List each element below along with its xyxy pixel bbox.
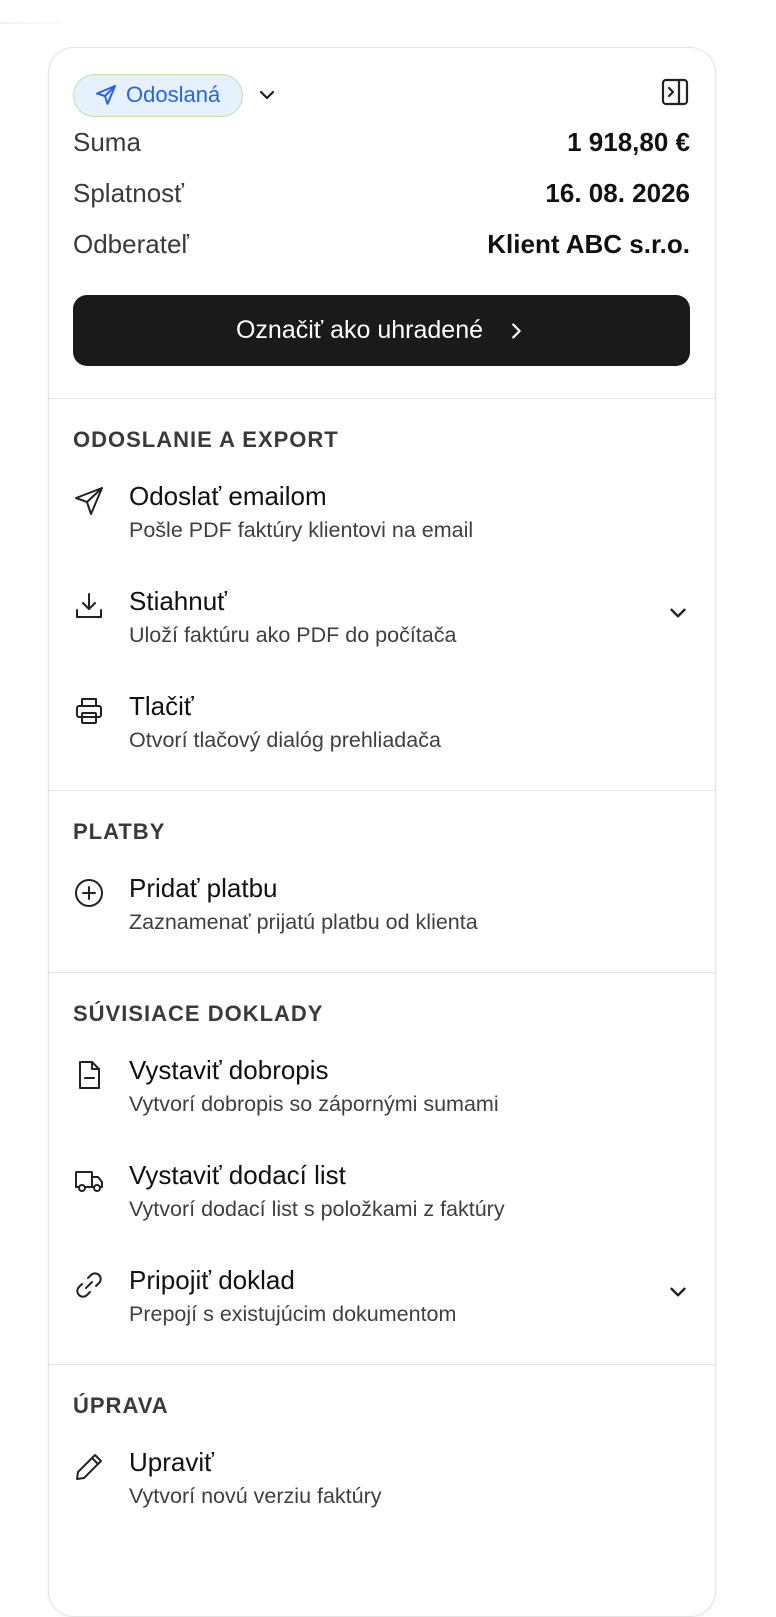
action-title: Pridať platbu [129,873,278,903]
mark-as-paid-button[interactable]: Označiť ako uhradené [73,295,690,366]
invoice-summary: Odoslaná Suma 1 918,80 € Splatnosť 16. 0… [49,48,715,398]
summary-label: Suma [73,127,141,157]
section-send-export: ODOSLANIE A EXPORT Odoslať emailom Pošle… [49,398,715,790]
action-description: Otvorí tlačový dialóg prehliadača [129,728,441,752]
action-description: Uloží faktúru ako PDF do počítača [129,623,457,647]
action-print[interactable]: Tlačiť Otvorí tlačový dialóg prehliadača [73,679,691,766]
summary-value: 1 918,80 € [567,127,690,157]
section-title: ODOSLANIE A EXPORT [73,427,339,452]
action-title: Odoslať emailom [129,481,327,511]
link-icon [73,1263,129,1329]
action-description: Prepojí s existujúcim dokumentom [129,1302,457,1326]
action-description: Vytvorí dobropis so zápornými sumami [129,1092,499,1116]
section-title: PLATBY [73,819,166,844]
summary-value: 16. 08. 2026 [545,178,690,208]
action-credit-note[interactable]: Vystaviť dobropis Vytvorí dobropis so zá… [73,1043,691,1130]
plus-circle-icon [73,871,129,937]
status-label: Odoslaná [126,82,221,107]
invoice-actions-panel: Odoslaná Suma 1 918,80 € Splatnosť 16. 0… [48,47,716,1617]
document-minus-icon [73,1053,129,1119]
action-attach-document[interactable]: Pripojiť doklad Prepojí s existujúcim do… [73,1253,691,1340]
action-title: Vystaviť dodací list [129,1160,346,1190]
summary-value: Klient ABC s.r.o. [487,229,690,259]
section-related-documents: SÚVISIACE DOKLADY Vystaviť dobropis Vytv… [49,972,715,1364]
panel-collapse-icon[interactable] [660,77,690,107]
action-description: Vytvorí dodací list s položkami z faktúr… [129,1197,505,1221]
printer-icon [73,689,129,755]
section-edit: ÚPRAVA Upraviť Vytvorí novú verziu faktú… [49,1364,715,1546]
send-icon [96,85,116,105]
summary-row-due-date: Splatnosť 16. 08. 2026 [73,168,690,219]
action-description: Zaznamenať prijatú platbu od klienta [129,910,478,934]
action-description: Pošle PDF faktúry klientovi na email [129,518,474,542]
summary-label: Odberateľ [73,229,189,259]
action-edit[interactable]: Upraviť Vytvorí novú verziu faktúry [73,1435,691,1522]
action-title: Stiahnuť [129,586,227,616]
action-title: Pripojiť doklad [129,1265,295,1295]
mark-as-paid-label: Označiť ako uhradené [235,316,484,344]
summary-row-amount: Suma 1 918,80 € [73,117,690,168]
status-row: Odoslaná [73,73,690,117]
section-title: ÚPRAVA [73,1393,169,1418]
action-send-email[interactable]: Odoslať emailom Pošle PDF faktúry klient… [73,469,691,556]
action-delivery-note[interactable]: Vystaviť dodací list Vytvorí dodací list… [73,1148,691,1235]
download-icon [73,584,129,650]
chevron-down-icon[interactable] [665,1279,691,1305]
action-title: Vystaviť dobropis [129,1055,329,1085]
status-badge[interactable]: Odoslaná [73,73,244,117]
section-payments: PLATBY Pridať platbu Zaznamenať prijatú … [49,790,715,972]
chevron-right-icon [512,322,521,339]
action-title: Tlačiť [129,691,194,721]
action-download[interactable]: Stiahnuť Uloží faktúru ako PDF do počíta… [73,574,691,661]
chevron-down-icon[interactable] [255,83,279,107]
pencil-icon [73,1445,129,1511]
section-title: SÚVISIACE DOKLADY [73,1001,324,1026]
chevron-down-icon[interactable] [665,600,691,626]
background-divider [0,22,60,24]
action-add-payment[interactable]: Pridať platbu Zaznamenať prijatú platbu … [73,861,691,948]
send-icon [73,479,129,545]
truck-icon [73,1158,129,1224]
summary-row-customer: Odberateľ Klient ABC s.r.o. [73,219,690,270]
action-title: Upraviť [129,1447,214,1477]
action-description: Vytvorí novú verziu faktúry [129,1484,382,1508]
summary-label: Splatnosť [73,178,184,208]
